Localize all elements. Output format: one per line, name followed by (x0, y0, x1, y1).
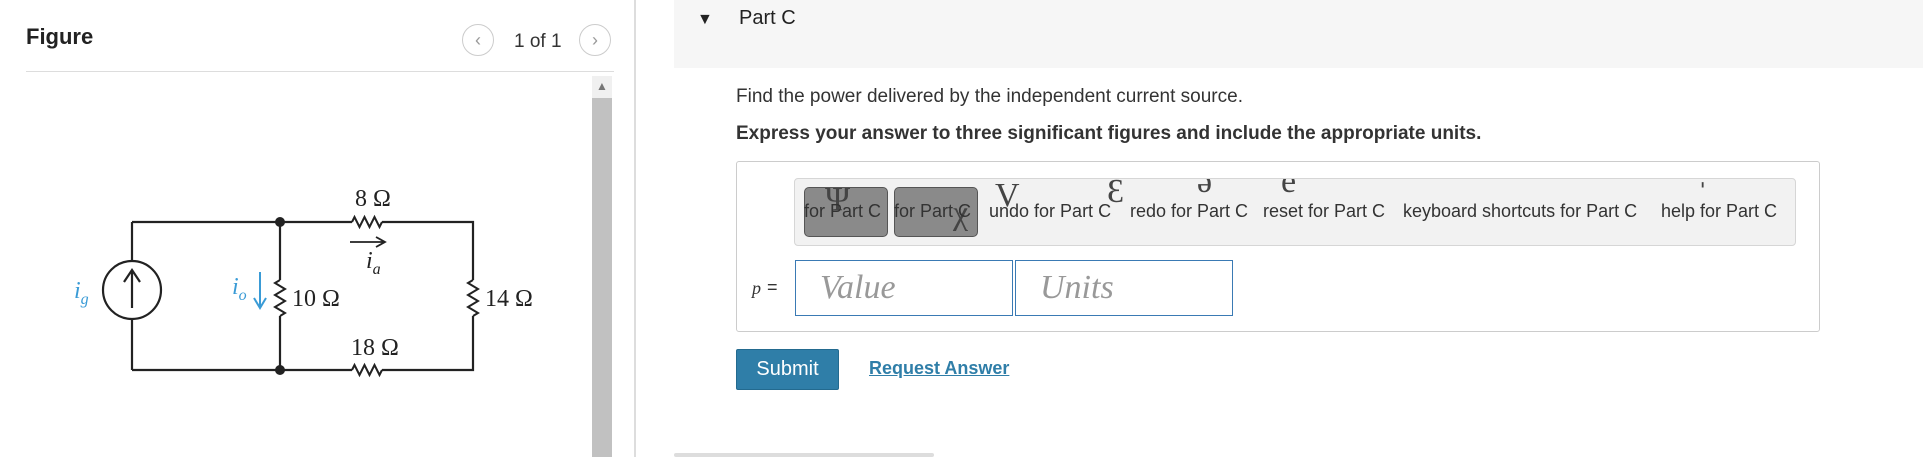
reset-label[interactable]: reset for Part C (1263, 201, 1385, 222)
math-toolbar: Ψ χ V Ɛ ə e ˈ for Part C for Part C undo… (794, 178, 1796, 246)
submit-button[interactable]: Submit (736, 349, 839, 390)
previous-figure-button[interactable]: ‹ (462, 24, 494, 56)
figure-panel: Figure ‹ 1 of 1 › ig io 8 Ω ia 10 Ω 14 Ω… (0, 0, 634, 457)
chevron-right-icon: › (592, 29, 598, 50)
part-title[interactable]: Part C (739, 7, 796, 30)
figure-title: Figure (26, 24, 94, 49)
question-text: Find the power delivered by the independ… (736, 86, 1243, 107)
part-header[interactable] (674, 0, 1923, 68)
chevron-left-icon: ‹ (475, 29, 481, 50)
label-14-ohm: 14 Ω (485, 286, 533, 312)
resistor-8-ohm (351, 214, 383, 230)
keyboard-icon: e (1281, 178, 1297, 200)
resistor-18-ohm (351, 362, 383, 378)
redo-label[interactable]: redo for Part C (1130, 201, 1248, 222)
label-10-ohm: 10 Ω (292, 286, 340, 312)
label-18-ohm: 18 Ω (351, 335, 399, 361)
ia-label: ia (366, 248, 381, 278)
resistor-10-ohm (273, 279, 287, 317)
node-top (275, 217, 285, 227)
horizontal-scrollbar[interactable] (674, 453, 934, 457)
answer-variable: p (752, 278, 761, 298)
figure-divider (26, 71, 614, 72)
circuit-diagram: ig io 8 Ω ia 10 Ω 14 Ω 18 Ω (74, 186, 533, 378)
symbols-label[interactable]: for Part C (894, 201, 971, 222)
scroll-thumb[interactable] (592, 98, 612, 457)
help-label[interactable]: help for Part C (1661, 201, 1777, 222)
node-bottom (275, 365, 285, 375)
resistor-14-ohm (466, 279, 480, 317)
figure-scrollbar[interactable]: ▲ (592, 76, 612, 457)
next-figure-button[interactable]: › (579, 24, 611, 56)
panel-divider (634, 0, 636, 457)
io-label: io (232, 274, 247, 304)
request-answer-link[interactable]: Request Answer (869, 358, 1009, 379)
caret-down-icon[interactable]: ▼ (697, 11, 713, 29)
value-input[interactable] (795, 260, 1013, 316)
answer-equals: = (767, 277, 778, 297)
label-8-ohm: 8 Ω (355, 186, 391, 212)
reset-icon: ə (1197, 178, 1213, 200)
instruction-text: Express your answer to three significant… (736, 123, 1482, 144)
ia-arrow (350, 236, 387, 248)
units-input[interactable] (1015, 260, 1233, 316)
source-label: ig (74, 278, 89, 308)
io-arrow (253, 272, 267, 310)
keyboard-shortcuts-label[interactable]: keyboard shortcuts for Part C (1403, 201, 1637, 222)
page-counter: 1 of 1 (514, 31, 562, 52)
undo-label[interactable]: undo for Part C (989, 201, 1111, 222)
scroll-up-icon[interactable]: ▲ (592, 76, 612, 96)
templates-label[interactable]: for Part C (804, 201, 881, 222)
